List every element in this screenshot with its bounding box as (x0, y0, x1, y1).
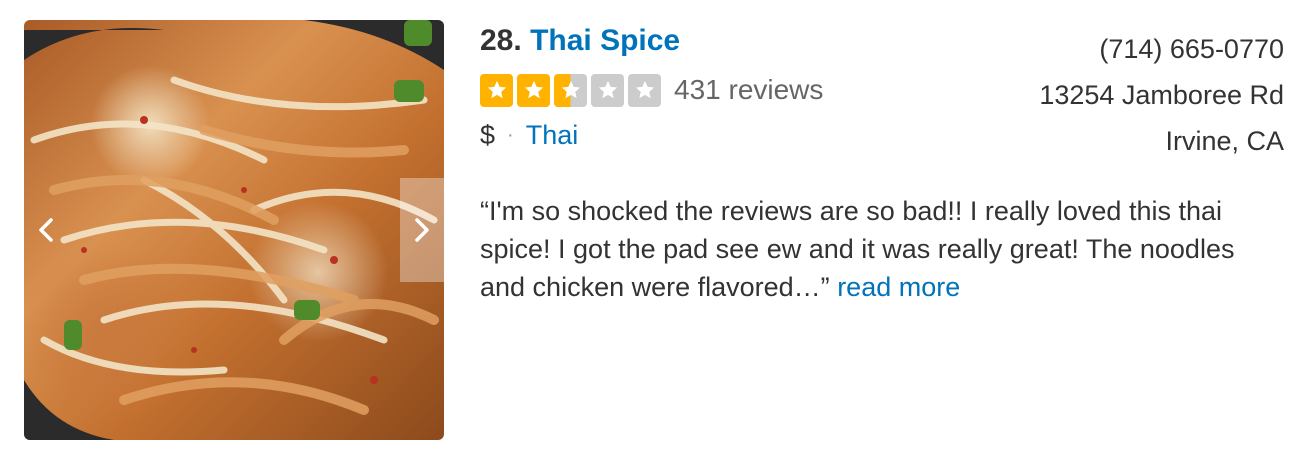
separator-dot: · (507, 124, 514, 146)
star-empty-icon (628, 73, 661, 107)
category-link-thai[interactable]: Thai (526, 120, 579, 151)
chevron-right-icon (414, 217, 430, 243)
star-icon (517, 73, 550, 107)
review-snippet: “I'm so shocked the reviews are so bad!!… (480, 192, 1280, 306)
photo-next-button[interactable] (400, 178, 444, 282)
star-half-icon (554, 73, 587, 107)
phone-number: (714) 665-0770 (1099, 34, 1284, 64)
business-photo[interactable] (24, 20, 444, 440)
star-rating (480, 73, 661, 107)
photo-prev-button[interactable] (24, 178, 68, 282)
contact-info: (714) 665-0770 13254 Jamboree Rd Irvine,… (1039, 26, 1284, 164)
chevron-left-icon (38, 217, 54, 243)
business-rank: 28. (480, 24, 522, 57)
address-city: Irvine, CA (1165, 126, 1284, 156)
review-count: 431 reviews (674, 74, 824, 105)
price-category-row: $ · Thai (480, 120, 578, 151)
address-street: 13254 Jamboree Rd (1039, 80, 1284, 110)
star-empty-icon (591, 73, 624, 107)
read-more-link[interactable]: read more (837, 272, 960, 302)
rating-row: 431 reviews (480, 72, 823, 108)
business-title: 28. Thai Spice (480, 24, 680, 58)
price-range: $ (480, 120, 496, 150)
star-icon (480, 73, 513, 107)
business-name-link[interactable]: Thai Spice (530, 24, 680, 57)
noodles-photo-illustration (24, 20, 444, 440)
